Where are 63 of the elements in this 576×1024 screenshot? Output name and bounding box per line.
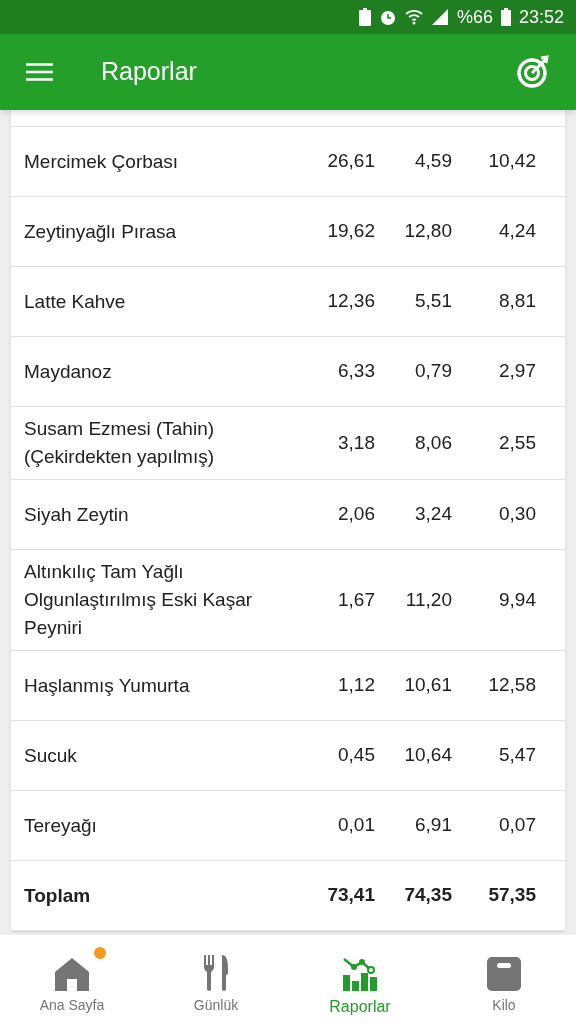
nav-tab[interactable]: Ana Sayfa bbox=[0, 935, 144, 1024]
menu-icon bbox=[26, 63, 53, 81]
table-cell-text: 10,42 bbox=[487, 149, 536, 174]
table-cell-text: 6,91 bbox=[414, 813, 452, 838]
table-cell-text: 9,94 bbox=[498, 587, 536, 612]
fork-knife-icon bbox=[203, 955, 229, 991]
table-cell-text: 2,06 bbox=[337, 502, 375, 527]
wifi-icon bbox=[404, 8, 423, 26]
table-cell-text: 11,20 bbox=[404, 587, 452, 612]
food-name: Altınkılıç Tam Yağlı Olgunlaştırılmış Eski Kaşar Peyniri bbox=[24, 560, 254, 640]
signal-icon bbox=[430, 8, 449, 26]
table-cell-text: 2,97 bbox=[498, 359, 536, 384]
nav-tab[interactable]: Kilo bbox=[432, 935, 576, 1024]
target-icon bbox=[516, 55, 550, 89]
table-cell-text: 0,30 bbox=[498, 502, 536, 527]
table-cell-text: 5,47 bbox=[498, 743, 536, 768]
food-name: Tereyağı bbox=[24, 813, 98, 838]
table-cell-text: 0,79 bbox=[414, 359, 452, 384]
table-cell-text: 19,62 bbox=[326, 219, 375, 244]
food-name: Siyah Zeytin bbox=[24, 502, 130, 527]
food-name: Zeytinyağlı Pırasa bbox=[24, 219, 178, 244]
food-name: Mercimek Çorbası bbox=[24, 149, 180, 174]
table-cell-text: 26,61 bbox=[326, 149, 375, 174]
battery-saver-icon bbox=[358, 8, 371, 26]
battery-icon bbox=[500, 8, 511, 26]
total-value: 57,35 bbox=[487, 883, 536, 908]
table-cell-text: 6,33 bbox=[337, 359, 375, 384]
total-value: 73,41 bbox=[326, 883, 375, 908]
table-cell-text: 3,24 bbox=[414, 502, 452, 527]
table-cell-text: 5,51 bbox=[414, 289, 452, 314]
table-cell-text: 1,67 bbox=[337, 587, 375, 612]
table-cell-text: 4,59 bbox=[414, 149, 452, 174]
chart-icon bbox=[342, 957, 378, 991]
table-cell-text: 3,18 bbox=[337, 430, 375, 455]
home-icon bbox=[54, 957, 90, 991]
food-name: Sucuk bbox=[24, 743, 78, 768]
nav-tab[interactable]: Günlük bbox=[144, 935, 288, 1024]
table-cell-text: 4,24 bbox=[498, 219, 536, 244]
food-name: Haşlanmış Yumurta bbox=[24, 673, 191, 698]
goal-button[interactable] bbox=[516, 55, 550, 89]
nav-tab[interactable]: Raporlar bbox=[288, 935, 432, 1024]
table-cell-text: 12,58 bbox=[487, 673, 536, 698]
table-cell-text: 8,81 bbox=[498, 289, 536, 314]
table-cell-text: 10,61 bbox=[403, 673, 452, 698]
table-cell-text: 10,64 bbox=[403, 743, 452, 768]
table-cell-text: 0,01 bbox=[337, 813, 375, 838]
total-label: Toplam bbox=[24, 883, 92, 908]
table-cell-text: 0,45 bbox=[337, 743, 375, 768]
table-cell-text: 12,80 bbox=[403, 219, 452, 244]
scale-icon bbox=[487, 957, 521, 991]
food-name: Latte Kahve bbox=[24, 289, 127, 314]
battery-percent: %66 bbox=[456, 5, 493, 29]
table-cell-text: 0,07 bbox=[498, 813, 536, 838]
food-name: Susam Ezmesi (Tahin) (Çekirdekten yapılmış) bbox=[24, 417, 216, 469]
table-cell-text: 1,12 bbox=[337, 673, 375, 698]
table-cell-text: 12,36 bbox=[326, 289, 375, 314]
total-value: 74,35 bbox=[403, 883, 452, 908]
clock: 23:52 bbox=[518, 5, 564, 29]
table-cell-text: 2,55 bbox=[498, 430, 536, 455]
app-title: Raporlar bbox=[101, 56, 198, 88]
food-name: Maydanoz bbox=[24, 359, 113, 384]
table-cell-text: 8,06 bbox=[414, 430, 452, 455]
alarm-icon bbox=[378, 8, 397, 26]
